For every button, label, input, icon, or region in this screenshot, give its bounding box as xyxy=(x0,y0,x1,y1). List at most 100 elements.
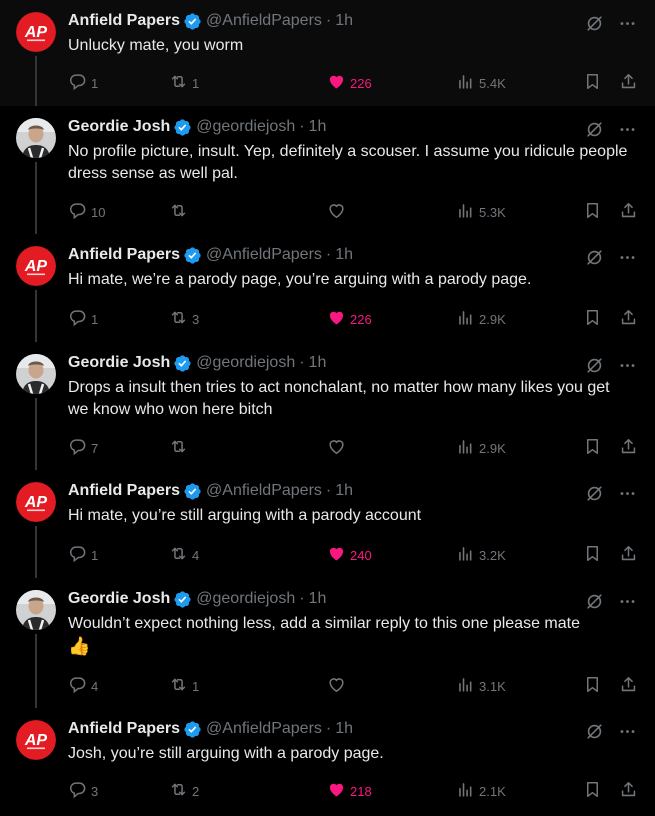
tweet[interactable]: AP Anfield Papers @AnfieldPapers · 1h Hi… xyxy=(0,234,655,342)
thread-connector-line xyxy=(35,290,37,342)
views-button[interactable]: 2.1K xyxy=(456,781,506,801)
more-options-icon[interactable] xyxy=(618,722,637,746)
retweet-count: 4 xyxy=(192,547,200,563)
share-button[interactable] xyxy=(619,781,638,801)
more-options-icon[interactable] xyxy=(618,14,637,38)
author-name[interactable]: Geordie Josh xyxy=(68,590,170,608)
author-name[interactable]: Geordie Josh xyxy=(68,118,170,136)
author-handle[interactable]: @geordiejosh xyxy=(196,590,295,608)
timestamp[interactable]: 1h xyxy=(335,12,353,30)
timestamp[interactable]: 1h xyxy=(309,118,327,136)
avatar[interactable]: AP xyxy=(16,246,56,286)
bookmark-button[interactable] xyxy=(583,202,602,222)
like-button[interactable] xyxy=(327,676,350,696)
author-handle[interactable]: @AnfieldPapers xyxy=(206,482,322,500)
author-name[interactable]: Anfield Papers xyxy=(68,482,180,500)
bookmark-button[interactable] xyxy=(583,438,602,458)
share-button[interactable] xyxy=(619,202,638,222)
grok-icon[interactable] xyxy=(585,722,604,746)
tweet[interactable]: AP Anfield Papers @AnfieldPapers · 1h Un… xyxy=(0,0,655,106)
views-button[interactable]: 3.2K xyxy=(456,545,506,565)
author-handle[interactable]: @AnfieldPapers xyxy=(206,720,322,738)
avatar[interactable]: AP xyxy=(16,720,56,760)
author-handle[interactable]: @geordiejosh xyxy=(196,354,295,372)
share-button[interactable] xyxy=(619,309,638,329)
more-options-icon[interactable] xyxy=(618,356,637,380)
tweet[interactable]: Geordie Josh @geordiejosh · 1h Wouldn’t … xyxy=(0,578,655,708)
author-name[interactable]: Anfield Papers xyxy=(68,720,180,738)
views-button[interactable]: 5.4K xyxy=(456,73,506,93)
timestamp[interactable]: 1h xyxy=(335,720,353,738)
avatar[interactable]: AP xyxy=(16,12,56,52)
more-options-icon[interactable] xyxy=(618,248,637,272)
reply-count: 3 xyxy=(91,783,99,799)
share-button[interactable] xyxy=(619,438,638,458)
more-options-icon[interactable] xyxy=(618,120,637,144)
views-button[interactable]: 2.9K xyxy=(456,309,506,329)
thread-connector-line xyxy=(35,398,37,470)
reply-count: 4 xyxy=(91,678,99,694)
bookmark-button[interactable] xyxy=(583,73,602,93)
like-button[interactable] xyxy=(327,438,350,458)
reply-button[interactable]: 4 xyxy=(68,676,98,696)
avatar[interactable]: AP xyxy=(16,482,56,522)
share-button[interactable] xyxy=(619,545,638,565)
retweet-button[interactable]: 1 xyxy=(169,73,199,93)
grok-icon[interactable] xyxy=(585,120,604,144)
retweet-button[interactable]: 3 xyxy=(169,309,199,329)
thread-connector-line xyxy=(35,526,37,578)
like-button[interactable]: 226 xyxy=(327,73,372,93)
reply-button[interactable]: 10 xyxy=(68,202,105,222)
grok-icon[interactable] xyxy=(585,356,604,380)
bookmark-button[interactable] xyxy=(583,781,602,801)
retweet-button[interactable]: 2 xyxy=(169,781,199,801)
reply-button[interactable]: 1 xyxy=(68,309,98,329)
timestamp[interactable]: 1h xyxy=(309,354,327,372)
grok-icon[interactable] xyxy=(585,248,604,272)
logo-letters: AP xyxy=(24,24,48,41)
like-button[interactable]: 240 xyxy=(327,545,372,565)
share-button[interactable] xyxy=(619,73,638,93)
share-button[interactable] xyxy=(619,676,638,696)
like-button[interactable]: 226 xyxy=(327,309,372,329)
author-name[interactable]: Anfield Papers xyxy=(68,246,180,264)
bookmark-button[interactable] xyxy=(583,676,602,696)
author-handle[interactable]: @AnfieldPapers xyxy=(206,12,322,30)
more-options-icon[interactable] xyxy=(618,592,637,616)
bookmark-button[interactable] xyxy=(583,309,602,329)
reply-button[interactable]: 3 xyxy=(68,781,98,801)
avatar[interactable] xyxy=(16,118,56,158)
retweet-button[interactable]: 4 xyxy=(169,545,199,565)
views-button[interactable]: 2.9K xyxy=(456,438,506,458)
more-options-icon[interactable] xyxy=(618,484,637,508)
tweet[interactable]: Geordie Josh @geordiejosh · 1h Drops a i… xyxy=(0,342,655,470)
avatar[interactable] xyxy=(16,354,56,394)
bookmark-button[interactable] xyxy=(583,545,602,565)
author-name[interactable]: Anfield Papers xyxy=(68,12,180,30)
retweet-button[interactable] xyxy=(169,438,192,458)
grok-icon[interactable] xyxy=(585,484,604,508)
avatar[interactable] xyxy=(16,590,56,630)
reply-button[interactable]: 1 xyxy=(68,73,98,93)
tweet[interactable]: AP Anfield Papers @AnfieldPapers · 1h Hi… xyxy=(0,470,655,578)
author-handle[interactable]: @geordiejosh xyxy=(196,118,295,136)
retweet-icon xyxy=(169,780,192,802)
reply-button[interactable]: 1 xyxy=(68,545,98,565)
tweet[interactable]: AP Anfield Papers @AnfieldPapers · 1h Jo… xyxy=(0,708,655,816)
like-button[interactable]: 218 xyxy=(327,781,372,801)
tweet[interactable]: Geordie Josh @geordiejosh · 1h No profil… xyxy=(0,106,655,234)
timestamp[interactable]: 1h xyxy=(335,246,353,264)
grok-icon[interactable] xyxy=(585,592,604,616)
timestamp[interactable]: 1h xyxy=(335,482,353,500)
author-handle[interactable]: @AnfieldPapers xyxy=(206,246,322,264)
retweet-button[interactable] xyxy=(169,202,192,222)
author-name[interactable]: Geordie Josh xyxy=(68,354,170,372)
retweet-button[interactable]: 1 xyxy=(169,676,199,696)
views-button[interactable]: 3.1K xyxy=(456,676,506,696)
grok-icon[interactable] xyxy=(585,14,604,38)
timestamp[interactable]: 1h xyxy=(309,590,327,608)
retweet-icon xyxy=(169,675,192,697)
reply-button[interactable]: 7 xyxy=(68,438,98,458)
like-button[interactable] xyxy=(327,202,350,222)
views-button[interactable]: 5.3K xyxy=(456,202,506,222)
